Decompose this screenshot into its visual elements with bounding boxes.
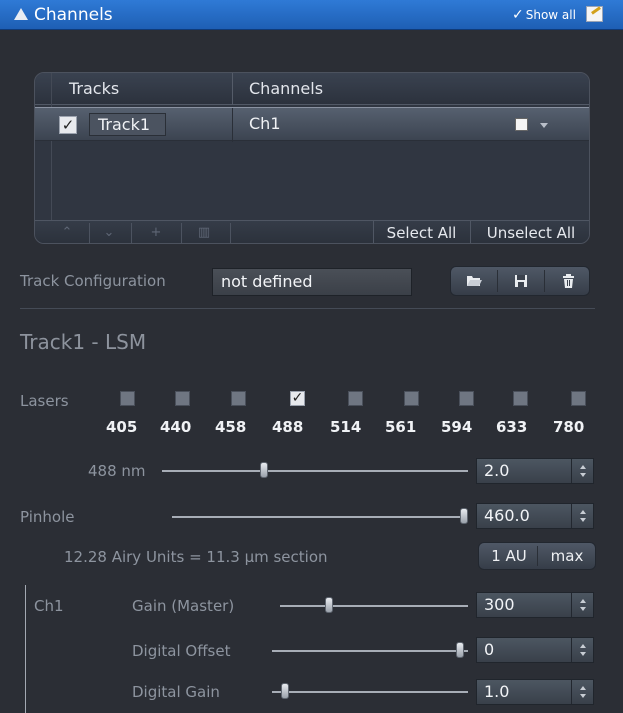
- table-footer: ⌃ ⌄ + ▥ Select All Unselect All: [35, 220, 589, 243]
- laser-power-spinner[interactable]: [571, 459, 593, 483]
- pinhole-value-field[interactable]: 460.0: [476, 503, 594, 529]
- laser-checkbox-561[interactable]: [404, 391, 419, 406]
- pinhole-slider-thumb[interactable]: [460, 508, 468, 524]
- move-down-icon[interactable]: ⌄: [97, 224, 121, 242]
- button-divider: [537, 546, 538, 566]
- laser-checkbox-633[interactable]: [513, 391, 528, 406]
- digital-offset-slider-track[interactable]: [272, 650, 468, 652]
- channel-group-line: [25, 585, 26, 713]
- select-all-button[interactable]: Select All: [373, 221, 469, 243]
- laser-checkbox-440[interactable]: [175, 391, 190, 406]
- tracks-table: Tracks Channels ✓ Track1 Ch1 ⌃ ⌄ + ▥ Sel…: [34, 72, 590, 244]
- digital-gain-spinner[interactable]: [571, 680, 593, 704]
- open-folder-icon[interactable]: [451, 267, 497, 295]
- track-checkbox[interactable]: ✓: [59, 116, 77, 134]
- config-button-group: [450, 266, 590, 296]
- airy-units-text: 12.28 Airy Units = 11.3 µm section: [64, 548, 328, 566]
- track-configuration-label: Track Configuration: [20, 272, 166, 290]
- delete-track-icon[interactable]: ▥: [193, 224, 215, 242]
- save-icon[interactable]: [498, 267, 544, 295]
- laser-power-slider-track[interactable]: [162, 470, 468, 472]
- footer-divider: [181, 223, 182, 243]
- section-divider: [20, 308, 595, 309]
- digital-offset-slider-thumb[interactable]: [456, 642, 464, 658]
- show-all-toggle[interactable]: ✓ Show all: [512, 7, 576, 23]
- panel-titlebar[interactable]: Channels ✓ Show all: [0, 0, 623, 30]
- digital-gain-value-field[interactable]: 1.0: [476, 679, 594, 705]
- one-au-button[interactable]: 1 AU: [483, 543, 535, 569]
- laser-checkbox-514[interactable]: [348, 391, 363, 406]
- header-divider: [232, 73, 233, 105]
- channel-label: Ch1: [34, 597, 64, 615]
- lasers-label: Lasers: [20, 392, 69, 410]
- digital-gain-slider-thumb[interactable]: [281, 683, 289, 699]
- laser-wavelength-440: 440: [160, 418, 192, 436]
- delete-icon[interactable]: [545, 267, 591, 295]
- laser-wavelength-488: 488: [272, 418, 304, 436]
- digital-gain-slider-track[interactable]: [272, 691, 468, 693]
- laser-wavelength-633: 633: [496, 418, 528, 436]
- channel-color-swatch[interactable]: [515, 118, 528, 131]
- edit-icon[interactable]: [586, 6, 603, 22]
- laser-wavelength-405: 405: [106, 418, 138, 436]
- gain-spinner[interactable]: [571, 593, 593, 617]
- gain-label: Gain (Master): [132, 597, 235, 615]
- max-button[interactable]: max: [541, 543, 593, 569]
- add-track-button[interactable]: +: [145, 224, 167, 242]
- laser-checkbox-488[interactable]: ✓: [290, 391, 305, 406]
- laser-wavelength-594: 594: [441, 418, 473, 436]
- row-divider: [232, 108, 233, 142]
- footer-divider: [131, 223, 132, 243]
- color-dropdown-chevron-down-icon[interactable]: [540, 123, 548, 128]
- track-name[interactable]: Track1: [89, 113, 166, 136]
- laser-checkbox-458[interactable]: [231, 391, 246, 406]
- laser-checkbox-594[interactable]: [459, 391, 474, 406]
- pinhole-label: Pinhole: [20, 508, 75, 526]
- laser-checkbox-405[interactable]: [120, 391, 135, 406]
- digital-gain-value: 1.0: [484, 682, 510, 701]
- footer-divider: [230, 223, 231, 243]
- laser-power-slider-thumb[interactable]: [260, 462, 268, 478]
- track-configuration-field[interactable]: not defined: [212, 268, 412, 296]
- header-tracks: Tracks: [69, 79, 120, 98]
- unselect-all-button[interactable]: Unselect All: [470, 221, 589, 243]
- laser-wavelength-514: 514: [330, 418, 362, 436]
- pinhole-slider-track[interactable]: [172, 516, 468, 518]
- footer-divider: [89, 223, 90, 243]
- laser-power-label: 488 nm: [88, 462, 146, 480]
- gain-slider-thumb[interactable]: [325, 597, 333, 613]
- channel-name: Ch1: [249, 114, 281, 133]
- pinhole-spinner[interactable]: [571, 504, 593, 528]
- gain-slider-track[interactable]: [280, 605, 468, 607]
- digital-offset-spinner[interactable]: [571, 638, 593, 662]
- gain-value-field[interactable]: 300: [476, 592, 594, 618]
- panel-title: Channels: [34, 5, 113, 25]
- collapse-triangle-icon[interactable]: [14, 8, 28, 20]
- digital-offset-value: 0: [484, 640, 495, 659]
- section-title: Track1 - LSM: [20, 330, 147, 354]
- digital-offset-label: Digital Offset: [132, 642, 231, 660]
- pinhole-button-group: 1 AU max: [478, 542, 596, 570]
- check-icon: ✓: [512, 7, 524, 23]
- laser-wavelength-780: 780: [553, 418, 585, 436]
- gain-value: 300: [484, 595, 515, 614]
- move-up-icon[interactable]: ⌃: [57, 224, 77, 242]
- laser-power-value: 2.0: [484, 461, 510, 480]
- pinhole-value: 460.0: [484, 506, 530, 525]
- laser-wavelength-458: 458: [215, 418, 247, 436]
- table-header: Tracks Channels: [35, 73, 589, 105]
- table-left-column-divider: [51, 73, 52, 243]
- laser-checkbox-780[interactable]: [571, 391, 586, 406]
- laser-wavelength-561: 561: [385, 418, 417, 436]
- laser-power-value-field[interactable]: 2.0: [476, 458, 594, 484]
- digital-offset-value-field[interactable]: 0: [476, 637, 594, 663]
- digital-gain-label: Digital Gain: [132, 683, 220, 701]
- header-channels: Channels: [249, 79, 324, 98]
- table-row[interactable]: ✓ Track1 Ch1: [35, 107, 589, 142]
- show-all-label: Show all: [525, 8, 576, 22]
